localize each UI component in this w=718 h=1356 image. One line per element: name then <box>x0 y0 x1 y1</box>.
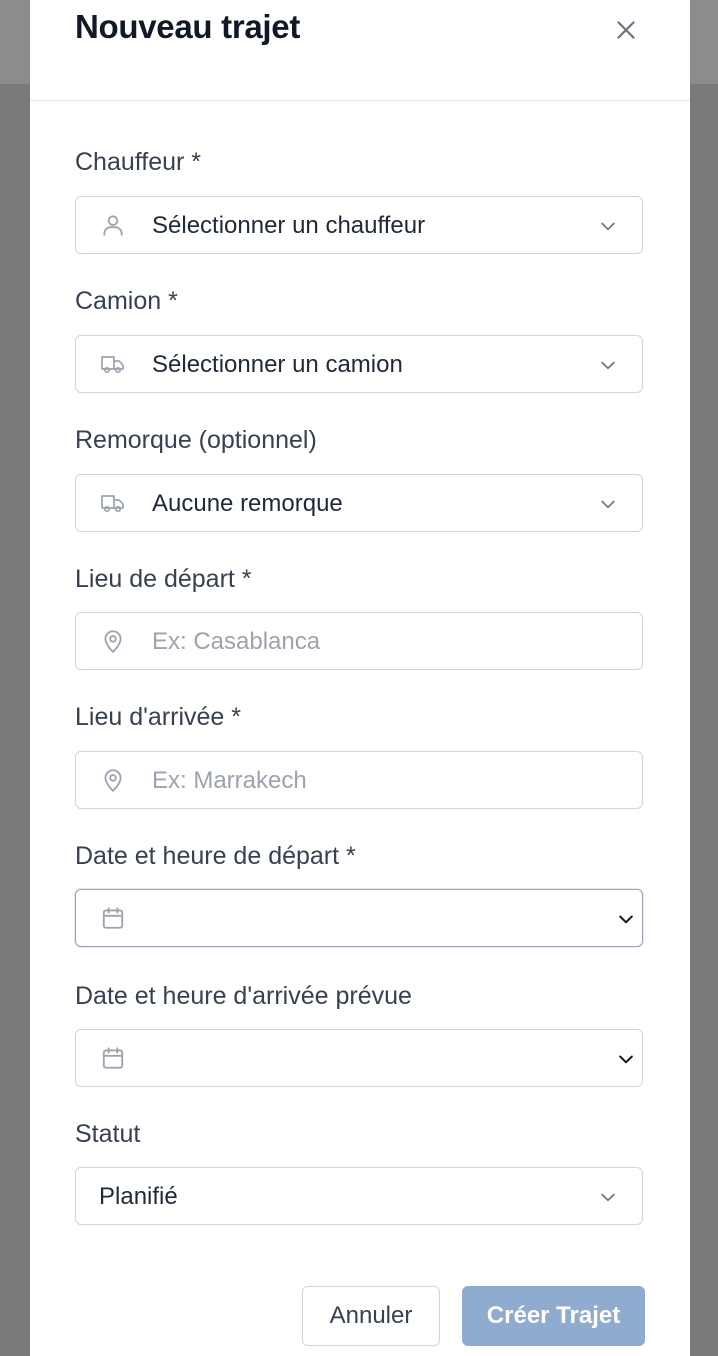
modal-title: Nouveau trajet <box>75 8 301 45</box>
chauffeur-label: Chauffeur * <box>75 148 202 176</box>
modal-header: Nouveau trajet <box>30 0 690 101</box>
chevron-down-icon <box>598 355 618 375</box>
chevron-down-icon <box>598 494 618 514</box>
chevron-down-icon <box>616 1049 636 1069</box>
depart-input[interactable]: Ex: Casablanca <box>75 612 643 670</box>
arrivee-placeholder: Ex: Marrakech <box>152 767 307 794</box>
remorque-value: Aucune remorque <box>152 490 343 517</box>
statut-label: Statut <box>75 1120 141 1148</box>
close-button[interactable] <box>608 12 644 48</box>
depart-placeholder: Ex: Casablanca <box>152 628 321 655</box>
chauffeur-select[interactable]: Sélectionner un chauffeur <box>75 196 643 254</box>
remorque-select[interactable]: Aucune remorque <box>75 474 643 532</box>
close-icon <box>617 21 635 39</box>
camion-label: Camion * <box>75 287 178 315</box>
new-trip-modal: Nouveau trajet Chauffeur * Sélectionner … <box>30 0 690 1356</box>
camion-select[interactable]: Sélectionner un camion <box>75 335 643 393</box>
remorque-label: Remorque (optionnel) <box>75 426 317 454</box>
camion-value: Sélectionner un camion <box>152 351 403 378</box>
truck-icon <box>100 490 126 516</box>
arrivee-input[interactable]: Ex: Marrakech <box>75 751 643 809</box>
chevron-down-icon <box>598 1187 618 1207</box>
date-arrivee-input[interactable] <box>75 1029 643 1087</box>
date-depart-input[interactable] <box>75 889 643 947</box>
date-arrivee-label: Date et heure d'arrivée prévue <box>75 982 412 1010</box>
create-trip-button[interactable]: Créer Trajet <box>462 1286 645 1346</box>
statut-select[interactable]: Planifié <box>75 1167 643 1225</box>
chevron-down-icon <box>616 909 636 929</box>
map-pin-icon <box>100 767 126 793</box>
chevron-down-icon <box>598 216 618 236</box>
date-depart-label: Date et heure de départ * <box>75 842 356 870</box>
cancel-button[interactable]: Annuler <box>302 1286 440 1346</box>
map-pin-icon <box>100 628 126 654</box>
chauffeur-value: Sélectionner un chauffeur <box>152 212 426 239</box>
truck-icon <box>100 351 126 377</box>
calendar-icon <box>100 905 126 931</box>
depart-label: Lieu de départ * <box>75 565 252 593</box>
user-icon <box>100 212 126 238</box>
arrivee-label: Lieu d'arrivée * <box>75 703 241 731</box>
statut-value: Planifié <box>99 1183 178 1210</box>
calendar-icon <box>100 1045 126 1071</box>
